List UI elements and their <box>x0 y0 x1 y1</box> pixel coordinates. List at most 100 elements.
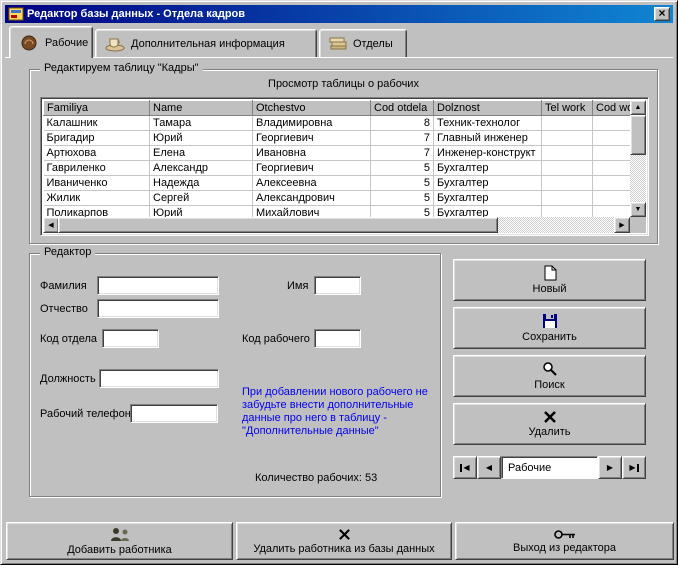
add-worker-button[interactable]: Добавить работника <box>6 522 233 560</box>
grid-column-header[interactable]: Tel work <box>541 100 593 116</box>
horizontal-scroll-thumb[interactable] <box>58 217 498 233</box>
grid-cell[interactable]: Александрович <box>252 190 371 206</box>
grid-cell[interactable]: Елена <box>149 145 253 161</box>
grid-column-header[interactable]: Otchestvo <box>252 100 371 116</box>
grid-cell[interactable]: Михайлович <box>252 205 371 217</box>
grid-cell[interactable]: Ивановна <box>252 145 371 161</box>
delete-button[interactable]: Удалить <box>453 403 646 445</box>
dept-code-input[interactable] <box>102 329 159 348</box>
grid-cell[interactable]: Алексеевна <box>252 175 371 191</box>
grid-cell[interactable]: 5 <box>370 190 434 206</box>
table-row[interactable]: Поликарпов Юрий Михайлович 5 Бухгалтер <box>43 205 630 217</box>
grid-cell[interactable]: Бухгалтер <box>433 175 542 191</box>
scroll-down-icon[interactable]: ▼ <box>630 202 646 217</box>
grid-cell[interactable] <box>592 115 630 131</box>
delete-x-icon <box>543 411 556 423</box>
grid-horizontal-scrollbar[interactable]: ◀ ▶ <box>43 217 630 233</box>
grid-cell[interactable] <box>592 160 630 176</box>
add-worker-people-icon <box>110 527 129 541</box>
grid-cell[interactable]: Инженер-конструкт <box>433 145 542 161</box>
grid-cell[interactable] <box>592 175 630 191</box>
grid-vertical-scrollbar[interactable]: ▲ ▼ <box>630 100 646 217</box>
grid-cell[interactable]: Юрий <box>149 205 253 217</box>
table-row[interactable]: Бригадир Юрий Георгиевич 7 Главный инженер <box>43 130 630 146</box>
scroll-left-icon[interactable]: ◀ <box>43 217 59 233</box>
grid-column-header[interactable]: Dolznost <box>433 100 542 116</box>
grid-cell[interactable]: Бухгалтер <box>433 190 542 206</box>
grid-cell[interactable]: Бухгалтер <box>433 160 542 176</box>
grid-cell[interactable] <box>592 205 630 217</box>
remove-worker-button[interactable]: Удалить работника из базы данных <box>236 522 452 560</box>
grid-cell[interactable] <box>592 145 630 161</box>
table-row[interactable]: Жилик Сергей Александрович 5 Бухгалтер <box>43 190 630 206</box>
table-row[interactable]: Калашник Тамара Владимировна 8 Техник-технол… <box>43 115 630 131</box>
tab-workers[interactable]: Рабочие <box>9 26 93 58</box>
grid-caption: Просмотр таблицы о рабочих <box>268 78 419 90</box>
grid-cell[interactable]: Георгиевич <box>252 130 371 146</box>
new-button[interactable]: Новый <box>453 259 646 301</box>
tab-departments[interactable]: Отделы <box>319 29 407 57</box>
phone-input[interactable] <box>130 404 218 423</box>
table-row[interactable]: Гавриленко Александр Георгиевич 5 Бухгалтер <box>43 160 630 176</box>
grid-cell[interactable]: Надежда <box>149 175 253 191</box>
grid-column-header[interactable]: Cod wor <box>592 100 630 116</box>
table-row[interactable]: Иваниченко Надежда Алексеевна 5 Бухгалтер <box>43 175 630 191</box>
grid-cell[interactable]: 8 <box>370 115 434 131</box>
grid-cell[interactable]: Бригадир <box>43 130 150 146</box>
grid-cell[interactable]: 7 <box>370 130 434 146</box>
nav-prev-button[interactable]: ◀ <box>477 456 501 479</box>
table-row[interactable]: Артюхова Елена Ивановна 7 Инженер-конструкт <box>43 145 630 161</box>
exit-editor-button[interactable]: Выход из редактора <box>455 522 674 560</box>
grid-cell[interactable] <box>592 130 630 146</box>
worker-code-input[interactable] <box>314 329 361 348</box>
grid-cell[interactable]: Александр <box>149 160 253 176</box>
grid-cell[interactable]: Гавриленко <box>43 160 150 176</box>
grid-cell[interactable] <box>541 160 593 176</box>
grid-cell[interactable]: Владимировна <box>252 115 371 131</box>
grid-cell[interactable]: Георгиевич <box>252 160 371 176</box>
tab-additional-info[interactable]: Дополнительная информация <box>95 29 317 57</box>
grid-cell[interactable]: 5 <box>370 205 434 217</box>
nav-next-button[interactable]: ▶ <box>598 456 622 479</box>
grid-cell[interactable]: Юрий <box>149 130 253 146</box>
grid-cell[interactable] <box>541 205 593 217</box>
firstname-input[interactable] <box>314 276 361 295</box>
search-button[interactable]: Поиск <box>453 355 646 397</box>
grid-column-header[interactable]: Cod otdela <box>370 100 434 116</box>
grid-column-header[interactable]: Familiya <box>43 100 150 116</box>
surname-input[interactable] <box>97 276 219 295</box>
close-button[interactable]: × <box>654 7 670 21</box>
grid-cell[interactable]: Калашник <box>43 115 150 131</box>
save-button[interactable]: Сохранить <box>453 307 646 349</box>
workers-grid[interactable]: Familiya Name Otchestvo Cod otdela Dolznost T… <box>40 97 649 236</box>
grid-cell[interactable]: 7 <box>370 145 434 161</box>
grid-cell[interactable] <box>541 115 593 131</box>
grid-cell[interactable]: Сергей <box>149 190 253 206</box>
grid-cell[interactable]: Иваниченко <box>43 175 150 191</box>
nav-last-button[interactable]: ▶ <box>622 456 646 479</box>
vertical-scroll-thumb[interactable] <box>630 115 646 155</box>
grid-cell[interactable]: Артюхова <box>43 145 150 161</box>
grid-cell[interactable] <box>592 190 630 206</box>
grid-cell[interactable]: Тамара <box>149 115 253 131</box>
grid-cell[interactable]: Поликарпов <box>43 205 150 217</box>
window-titlebar[interactable]: Редактор базы данных - Отдела кадров × <box>5 5 673 23</box>
workers-grid-table: Familiya Name Otchestvo Cod otdela Dolznost T… <box>43 100 630 217</box>
nav-first-button[interactable]: ◀ <box>453 456 477 479</box>
grid-cell[interactable] <box>541 130 593 146</box>
position-input[interactable] <box>99 369 219 388</box>
scroll-up-icon[interactable]: ▲ <box>630 100 646 115</box>
grid-cell[interactable] <box>541 190 593 206</box>
scroll-right-icon[interactable]: ▶ <box>614 217 630 233</box>
grid-column-header[interactable]: Name <box>149 100 253 116</box>
grid-cell[interactable]: Главный инженер <box>433 130 542 146</box>
patronymic-input[interactable] <box>97 299 219 318</box>
editor-note: При добавлении нового рабочего не забудь… <box>242 386 428 437</box>
grid-cell[interactable]: 5 <box>370 160 434 176</box>
grid-cell[interactable]: Жилик <box>43 190 150 206</box>
grid-cell[interactable]: Техник-технолог <box>433 115 542 131</box>
grid-cell[interactable] <box>541 175 593 191</box>
grid-cell[interactable]: 5 <box>370 175 434 191</box>
grid-cell[interactable] <box>541 145 593 161</box>
grid-cell[interactable]: Бухгалтер <box>433 205 542 217</box>
